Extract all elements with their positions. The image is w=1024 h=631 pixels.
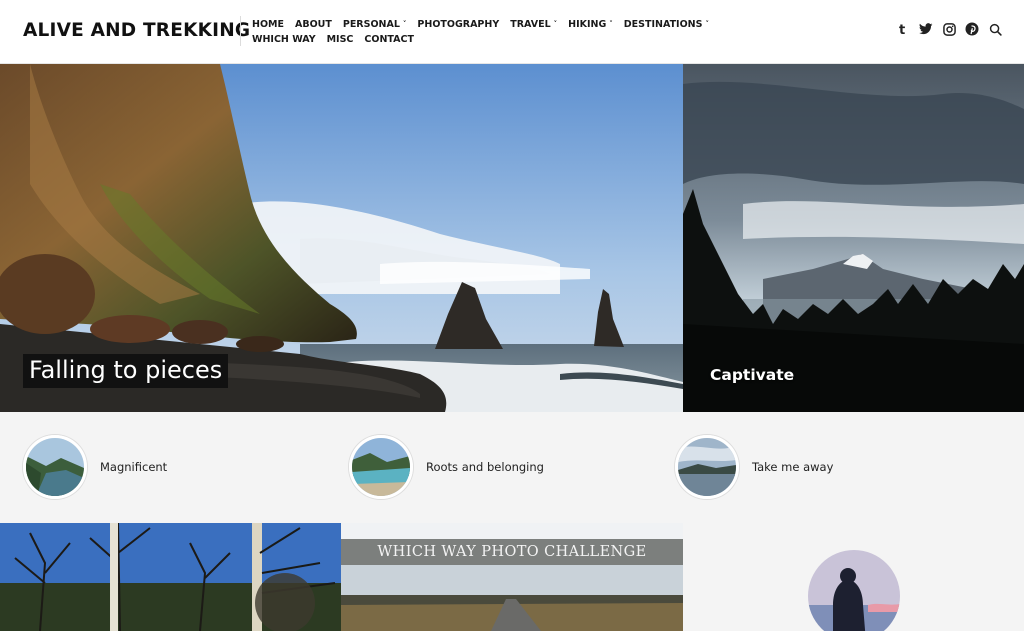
featured-post-side[interactable]: Captivate [683, 64, 1024, 412]
nav-item-label: TRAVEL [510, 19, 551, 30]
mini-posts-row: Magnificent Roots and belonging Take me … [0, 412, 1024, 523]
chevron-down-icon: ˅ [609, 20, 613, 28]
nav-row-2: WHICH WAY MISC CONTACT [252, 32, 752, 47]
mini-post-thumbnail[interactable] [23, 435, 87, 499]
mini-post-title[interactable]: Take me away [752, 460, 833, 474]
nav-item-destinations[interactable]: DESTINATIONS ˅ [624, 17, 709, 32]
svg-text:t: t [899, 23, 905, 36]
side-post-title[interactable]: Captivate [710, 366, 794, 384]
post-card-which-way[interactable]: WHICH WAY PHOTO CHALLENGE [341, 523, 683, 631]
post-image-trees [0, 523, 341, 631]
social-links: t [896, 22, 1002, 36]
pinterest-icon[interactable] [965, 22, 979, 36]
nav-item-personal[interactable]: PERSONAL ˅ [343, 17, 407, 32]
nav-item-label: WHICH WAY [252, 34, 316, 45]
mini-post[interactable]: Magnificent [23, 435, 167, 499]
nav-item-label: HOME [252, 19, 284, 30]
mini-post[interactable]: Roots and belonging [349, 435, 544, 499]
nav-item-travel[interactable]: TRAVEL ˅ [510, 17, 557, 32]
mini-post-thumbnail[interactable] [349, 435, 413, 499]
nav-item-label: PHOTOGRAPHY [417, 19, 500, 30]
nav-item-label: HIKING [568, 19, 607, 30]
nav-item-label: CONTACT [364, 34, 414, 45]
nav-row-1: HOME ABOUT PERSONAL ˅ PHOTOGRAPHY TRAVEL ˅ HIKI… [252, 17, 752, 32]
featured-image-mountains [683, 64, 1024, 412]
post-card-trees[interactable] [0, 523, 341, 631]
mini-post-title[interactable]: Magnificent [100, 460, 167, 474]
nav-item-which-way[interactable]: WHICH WAY [252, 32, 316, 47]
nav-item-label: DESTINATIONS [623, 19, 703, 30]
instagram-icon[interactable] [942, 22, 956, 36]
nav-item-label: MISC [326, 34, 354, 45]
chevron-down-icon: ˅ [553, 20, 558, 28]
nav-item-label: ABOUT [294, 19, 332, 30]
mini-post-title[interactable]: Roots and belonging [426, 460, 544, 474]
main-nav: HOME ABOUT PERSONAL ˅ PHOTOGRAPHY TRAVEL ˅ HIKI… [252, 17, 752, 47]
mini-post-thumbnail[interactable] [675, 435, 739, 499]
chevron-down-icon: ˅ [705, 20, 709, 28]
mini-post[interactable]: Take me away [675, 435, 833, 499]
search-icon[interactable] [988, 22, 1002, 36]
tumblr-icon[interactable]: t [896, 22, 910, 36]
twitter-icon[interactable] [919, 22, 933, 36]
site-header: ALIVE AND TREKKING HOME ABOUT PERSONAL ˅ PHO… [0, 0, 1024, 64]
author-avatar[interactable] [808, 550, 900, 631]
featured-post-title[interactable]: Falling to pieces [23, 354, 229, 388]
nav-item-hiking[interactable]: HIKING ˅ [568, 17, 613, 32]
which-way-banner: WHICH WAY PHOTO CHALLENGE [341, 539, 683, 565]
nav-item-misc[interactable]: MISC [327, 32, 354, 47]
nav-item-about[interactable]: ABOUT [295, 17, 332, 32]
site-logo[interactable]: ALIVE AND TREKKING [23, 20, 250, 41]
featured-post-main[interactable]: Falling to pieces [0, 64, 683, 412]
header-divider [240, 16, 241, 46]
nav-item-contact[interactable]: CONTACT [364, 32, 414, 47]
nav-item-home[interactable]: HOME [252, 17, 284, 32]
nav-item-label: PERSONAL [342, 19, 400, 30]
nav-item-photography[interactable]: PHOTOGRAPHY [417, 17, 499, 32]
chevron-down-icon: ˅ [402, 20, 407, 28]
